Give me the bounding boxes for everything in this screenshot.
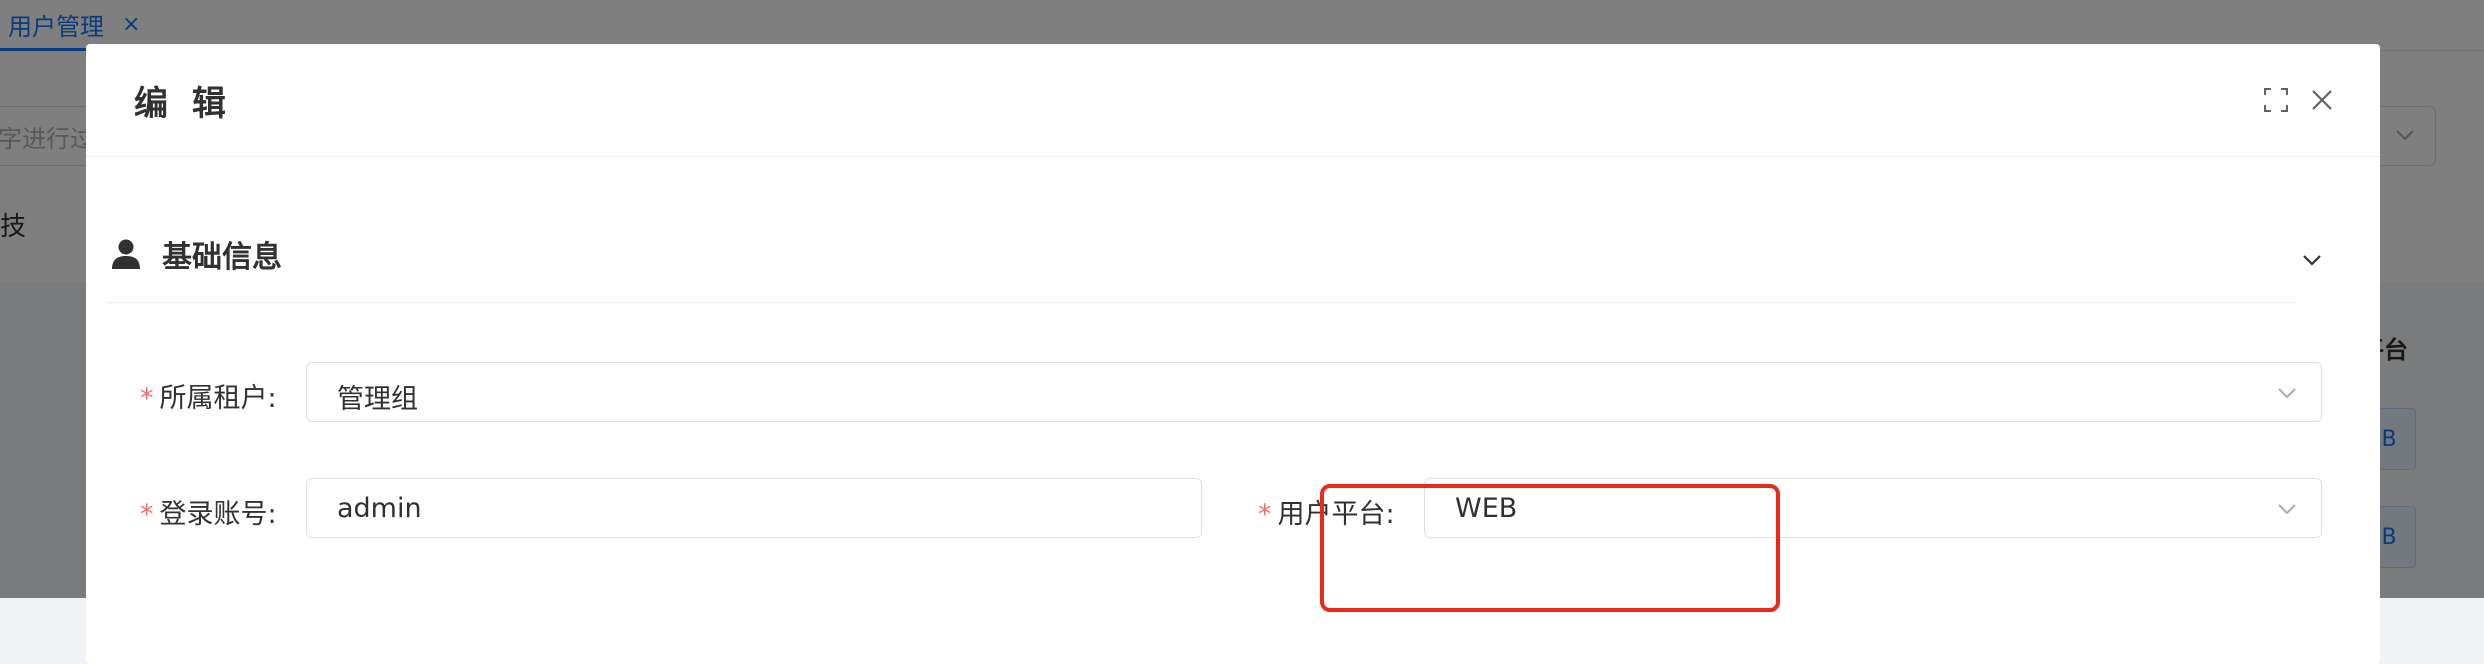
account-label: * 登录账号: [140, 492, 277, 531]
dialog-title: 编 辑 [134, 84, 232, 124]
tenant-label: * 所属租户: [140, 376, 277, 415]
chevron-down-icon[interactable] [2298, 246, 2326, 274]
tenant-select[interactable]: 管理组 [306, 362, 2322, 422]
section-title: 基础信息 [162, 240, 282, 275]
user-icon [112, 239, 140, 269]
required-mark: * [140, 499, 154, 530]
chevron-down-icon [2278, 388, 2296, 399]
close-icon[interactable] [2308, 86, 2336, 114]
tenant-label-text: 所属租户: [159, 383, 277, 414]
account-value: admin [337, 493, 422, 524]
required-mark: * [140, 383, 154, 414]
account-label-text: 登录账号: [159, 499, 277, 530]
required-mark: * [1258, 499, 1272, 530]
fullscreen-icon[interactable] [2262, 86, 2290, 114]
section-basic-info: 基础信息 [106, 222, 2296, 303]
tenant-value: 管理组 [337, 384, 418, 415]
edit-dialog: 编 辑 基础信息 * 所属租户: 管理组 * 登录账号: admin * 用户平台: … [86, 44, 2380, 664]
highlight-box [1320, 484, 1780, 612]
chevron-down-icon [2278, 504, 2296, 515]
account-input[interactable]: admin [306, 478, 1202, 538]
dialog-header: 编 辑 [86, 44, 2380, 157]
